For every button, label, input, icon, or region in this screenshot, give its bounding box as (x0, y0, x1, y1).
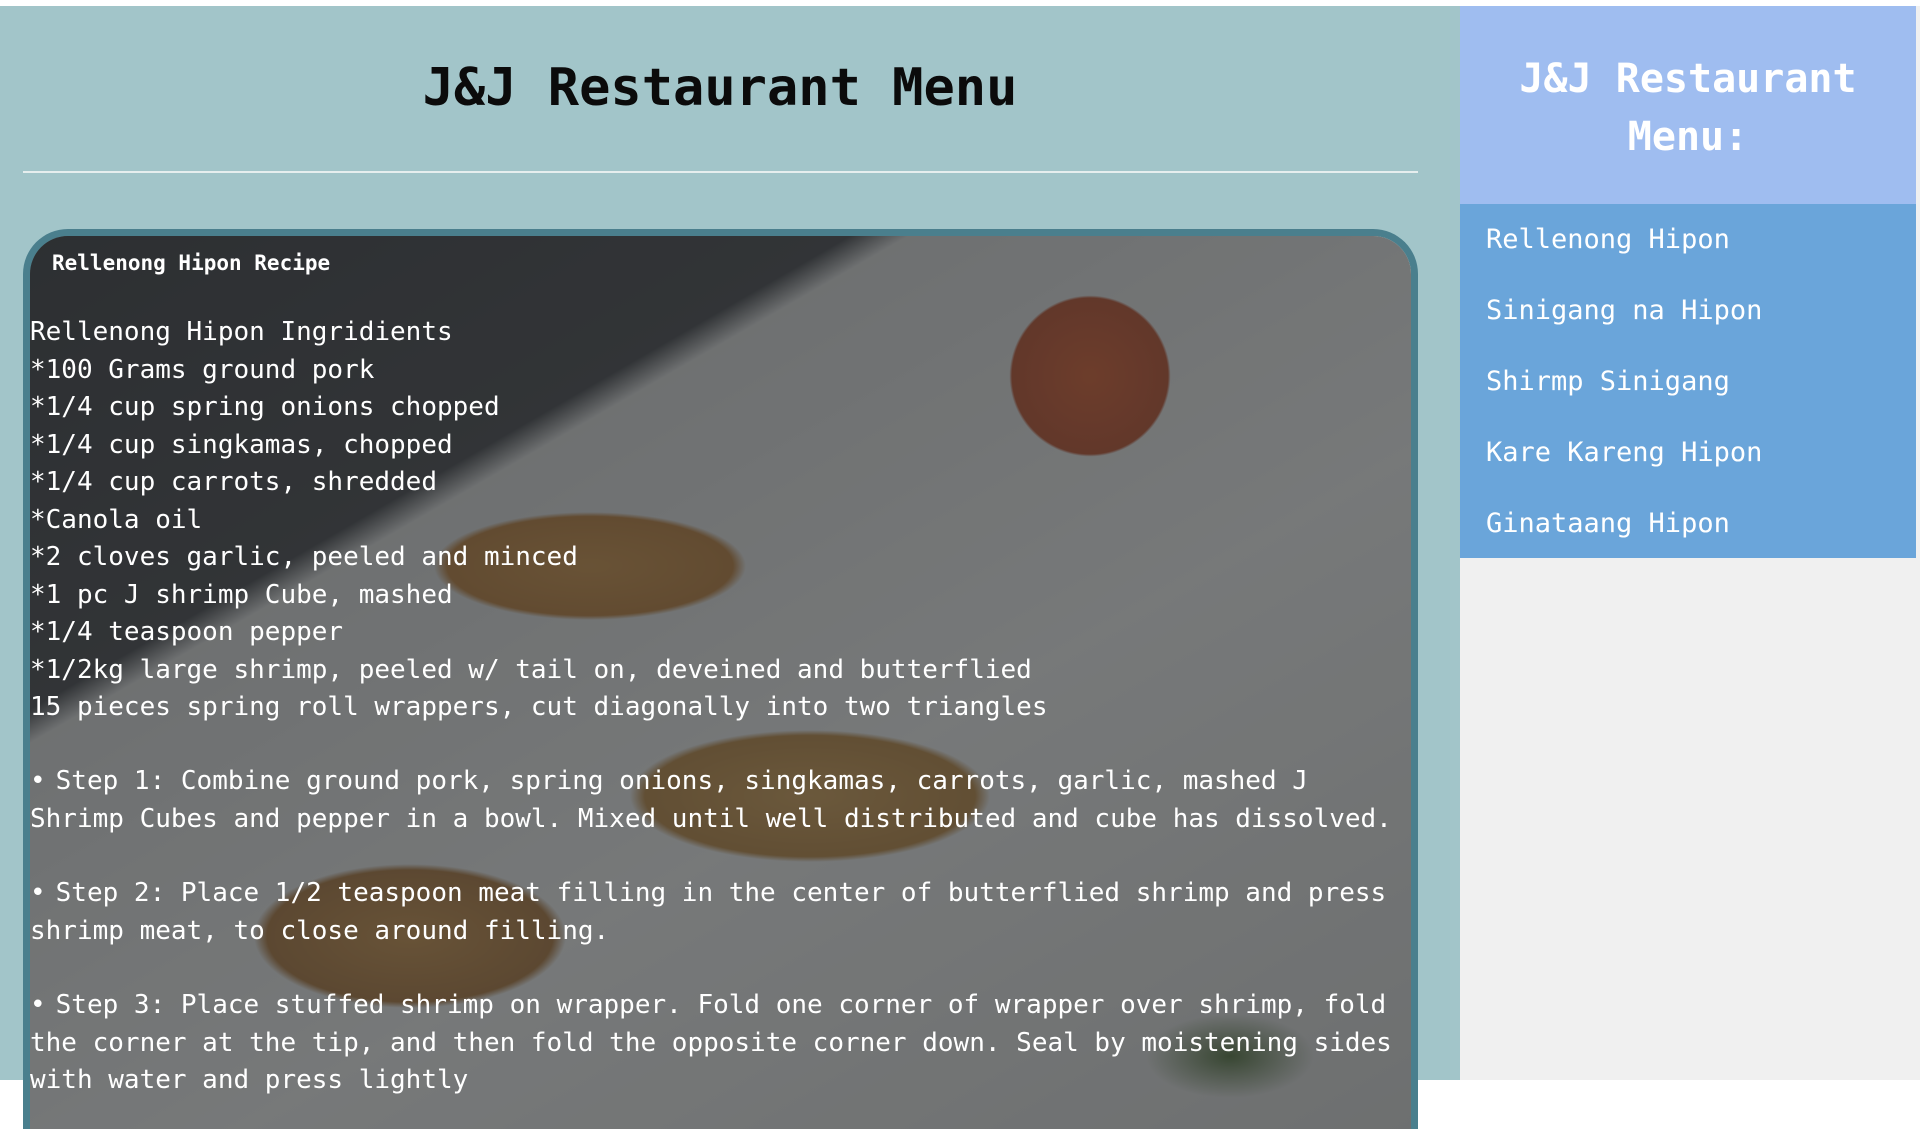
sidebar-item-kare-kareng-hipon[interactable]: Kare Kareng Hipon (1460, 417, 1916, 488)
ingredient-item: *1/4 cup spring onions chopped (30, 392, 500, 422)
ingredient-item: *100 Grams ground pork (30, 354, 375, 385)
bullet-icon: • (30, 878, 46, 908)
step-item: • Step 2: Place 1/2 teaspoon meat filling… (30, 875, 1410, 950)
step-item: • Step 3: Place stuffed shrimp on wrapper… (30, 987, 1410, 1100)
recipe-card: Rellenong Hipon Recipe Rellenong Hipon I… (23, 229, 1418, 1129)
ingredient-item: *1/4 cup singkamas, chopped (30, 429, 453, 460)
bullet-icon: • (30, 766, 46, 796)
sidebar: J&J Restaurant Menu: Rellenong Hipon Sin… (1460, 6, 1920, 1080)
main-content: J&J Restaurant Menu Rellenong Hipon Reci… (0, 6, 1460, 1129)
step-text: Step 3: Place stuffed shrimp on wrapper.… (30, 990, 1392, 1095)
sidebar-nav: Rellenong Hipon Sinigang na Hipon Shirmp… (1460, 204, 1916, 558)
step-item: • Step 1: Combine ground pork, spring oni… (30, 763, 1410, 838)
page: J&J Restaurant Menu Rellenong Hipon Reci… (0, 6, 1920, 1129)
page-title: J&J Restaurant Menu (422, 58, 1018, 118)
ingredient-item: *1/2kg large shrimp, peeled w/ tail on, … (30, 654, 1032, 685)
recipe-content: Rellenong Hipon Recipe Rellenong Hipon I… (30, 236, 1411, 1129)
ingredient-item: *2 cloves garlic, peeled and minced (30, 542, 578, 572)
sidebar-item-ginataang-hipon[interactable]: Ginataang Hipon (1460, 488, 1916, 559)
title-divider (23, 171, 1418, 173)
ingredients-title: Rellenong Hipon Ingridients (30, 317, 453, 347)
sidebar-item-rellenong-hipon[interactable]: Rellenong Hipon (1460, 204, 1916, 275)
sidebar-item-sinigang-na-hipon[interactable]: Sinigang na Hipon (1460, 275, 1916, 346)
sidebar-title: J&J Restaurant Menu: (1519, 56, 1857, 160)
sidebar-item-shrimp-sinigang[interactable]: Shirmp Sinigang (1460, 346, 1916, 417)
steps-list: • Step 1: Combine ground pork, spring oni… (30, 763, 1410, 1129)
ingredient-item: 15 pieces spring roll wrappers, cut diag… (30, 692, 1048, 722)
step-text: Step 1: Combine ground pork, spring onio… (30, 766, 1392, 834)
ingredient-item: *Canola oil (30, 504, 203, 535)
ingredient-item: *1/4 teaspoon pepper (30, 617, 344, 647)
ingredient-item: *1 pc J shrimp Cube, mashed (30, 579, 453, 610)
sidebar-header: J&J Restaurant Menu: (1460, 6, 1916, 204)
ingredients-list: Rellenong Hipon Ingridients *100 Grams g… (30, 314, 1047, 727)
bullet-icon: • (30, 990, 46, 1020)
ingredient-item: *1/4 cup carrots, shredded (30, 467, 437, 497)
recipe-heading: Rellenong Hipon Recipe (52, 251, 331, 275)
step-text: Step 2: Place 1/2 teaspoon meat filling … (30, 878, 1387, 946)
